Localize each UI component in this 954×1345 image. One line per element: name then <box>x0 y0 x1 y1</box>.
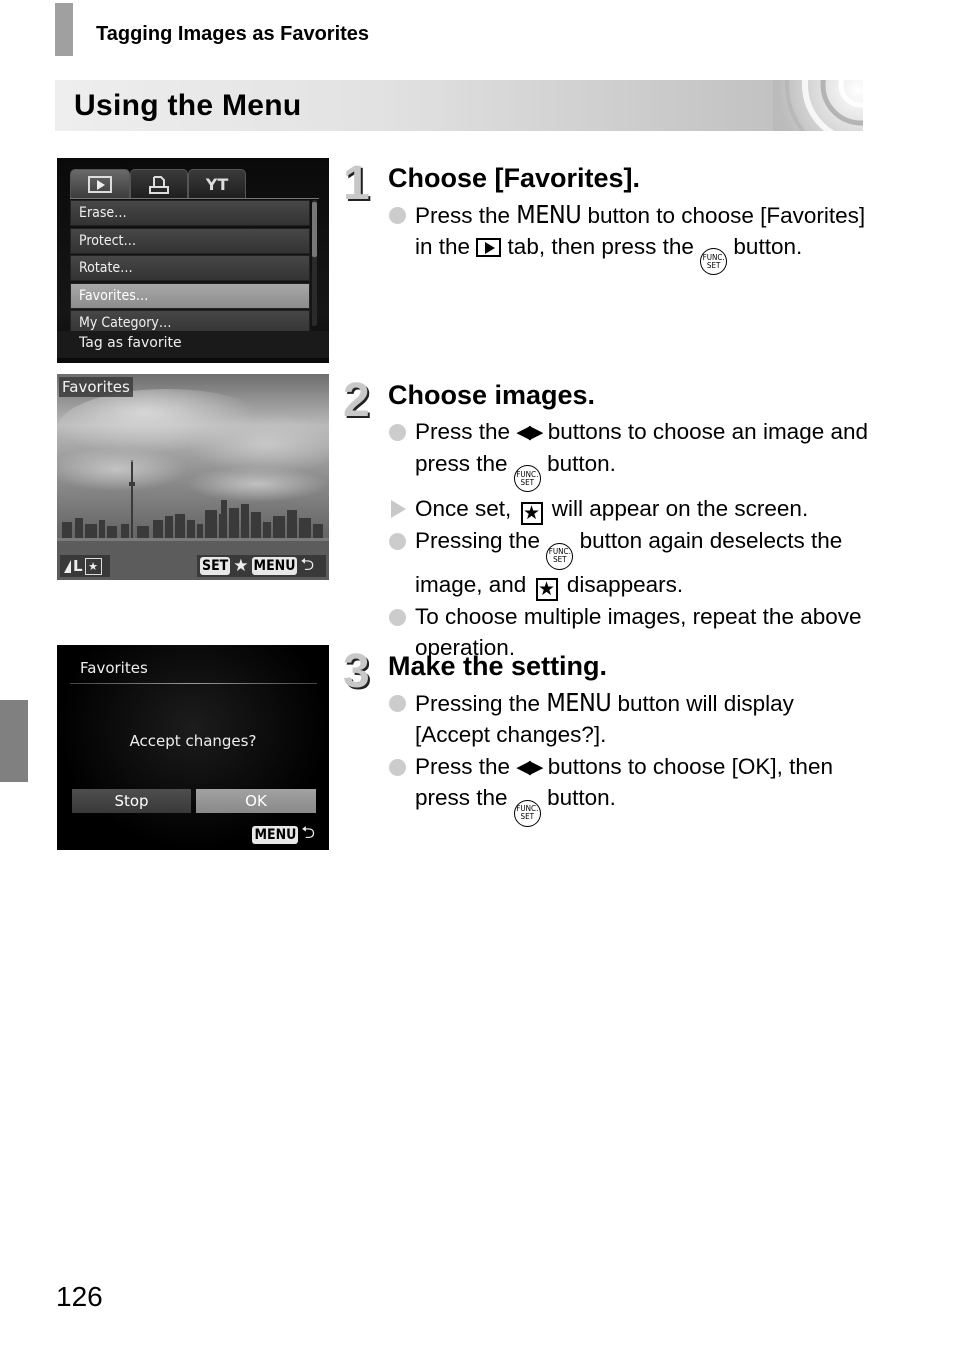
menu-button-icon: MENU <box>516 200 582 229</box>
bullet-item: Press the MENU button to choose [Favorit… <box>388 200 868 275</box>
tools-icon: ΥT <box>205 175 229 194</box>
side-thumb-tab <box>0 700 28 782</box>
tab-print[interactable] <box>130 169 188 199</box>
text: Press the <box>415 419 517 444</box>
dialog-divider <box>70 683 317 684</box>
func-set-button-icon: FUNC. SET <box>513 799 541 827</box>
camera-menu-screen: ΥT Erase… Protect… Rotate… Favorites… My… <box>57 158 329 363</box>
playback-tab-icon <box>476 237 502 257</box>
bullet-item: Once set, ★ will appear on the screen. <box>388 494 868 525</box>
menu-key-icon: MENU <box>252 825 299 844</box>
tab-divider <box>70 198 319 199</box>
menu-item-rotate[interactable]: Rotate… <box>70 255 310 281</box>
return-icon: ⮌ <box>301 823 315 843</box>
left-right-arrows-icon: ◀▶ <box>516 422 543 443</box>
return-icon: ⮌ <box>300 554 315 575</box>
decorative-rings-icon <box>773 80 863 131</box>
bullet-dot-icon <box>389 695 406 712</box>
favorites-label: Favorites <box>59 377 133 397</box>
bullet-item: Pressing the MENU button will display [A… <box>388 688 868 750</box>
bullet-item: Press the ◀▶ buttons to choose an image … <box>388 417 868 492</box>
text: disappears. <box>560 571 684 597</box>
section-banner: Using the Menu <box>55 80 863 131</box>
stop-button[interactable]: Stop <box>72 789 191 813</box>
set-label: SET <box>520 812 535 821</box>
camera-photo-screen: Favorites L ★ SET ★ MENU ⮌ <box>57 374 329 580</box>
text: Press the <box>415 203 517 228</box>
func-set-button-icon: FUNC. SET <box>546 542 574 570</box>
set-label: SET <box>706 260 721 270</box>
bullet-item: Press the ◀▶ buttons to choose [OK], the… <box>388 752 868 827</box>
bullet-dot-icon <box>389 207 406 224</box>
set-key-icon: SET <box>200 557 231 575</box>
step-number: 1 <box>343 157 370 210</box>
control-hints: SET ★ MENU ⮌ <box>197 555 326 577</box>
section-title: Using the Menu <box>74 89 302 122</box>
text: will appear on the screen. <box>545 495 809 521</box>
text: button. <box>540 785 616 810</box>
tab-playback[interactable] <box>70 169 130 199</box>
step-number: 2 <box>343 374 370 427</box>
menu-item-erase[interactable]: Erase… <box>70 200 310 226</box>
result-arrow-icon <box>391 499 406 518</box>
step-title: Make the setting. <box>388 651 608 681</box>
hint-text: Tag as favorite <box>79 335 182 351</box>
func-set-button-icon: FUNC. SET <box>513 465 541 492</box>
text: tab, then press the <box>501 233 701 259</box>
text: Pressing the <box>415 691 547 716</box>
text: Once set, <box>415 495 518 521</box>
step-title: Choose [Favorites]. <box>388 163 641 193</box>
menu-scrollbar[interactable] <box>312 200 317 326</box>
menu-item-favorites[interactable]: Favorites… <box>70 282 310 309</box>
hint-bar: Tag as favorite <box>57 331 329 358</box>
step-title: Choose images. <box>388 380 596 410</box>
text: Press the <box>415 753 517 779</box>
bullet-dot-icon <box>389 609 406 626</box>
bullet-item: Pressing the FUNC. SET button again desel… <box>388 526 868 601</box>
text: button. <box>540 450 616 476</box>
set-label: SET <box>553 555 567 564</box>
print-icon <box>149 175 169 194</box>
tab-settings[interactable]: ΥT <box>188 169 246 199</box>
bullet-dot-icon <box>389 758 406 776</box>
camera-confirm-screen: Favorites Accept changes? Stop OK MENU ⮌ <box>57 645 329 850</box>
dialog-footer: MENU ⮌ <box>252 820 315 849</box>
favorite-star-icon: ★ <box>520 501 543 525</box>
dialog-message: Accept changes? <box>129 732 257 750</box>
left-right-arrows-icon: ◀▶ <box>516 756 543 778</box>
scroll-thumb[interactable] <box>312 202 317 257</box>
text: button. <box>727 233 803 259</box>
city-skyline-photo <box>57 374 329 580</box>
resolution-icon <box>64 559 71 573</box>
bullet-dot-icon <box>389 533 406 550</box>
text: Pressing the <box>415 528 547 553</box>
page-number: 126 <box>56 1281 103 1312</box>
menu-button-icon: MENU <box>546 688 612 717</box>
step-number: 3 <box>343 645 370 698</box>
resolution-label: L <box>73 557 83 575</box>
image-info-indicator: L ★ <box>60 555 110 577</box>
favorite-box-icon: ★ <box>84 557 102 575</box>
star-icon: ★ <box>233 556 249 576</box>
menu-tabs: ΥT <box>70 169 318 199</box>
dialog-title: Favorites <box>80 659 148 677</box>
step-bullets: Press the ◀▶ buttons to choose an image … <box>388 417 868 665</box>
set-label: SET <box>520 477 535 487</box>
bullet-dot-icon <box>389 424 406 441</box>
play-icon <box>88 176 112 193</box>
header-accent-bar <box>55 3 73 56</box>
chapter-title: Tagging Images as Favorites <box>96 23 370 45</box>
menu-item-protect[interactable]: Protect… <box>70 227 310 254</box>
favorite-star-icon: ★ <box>535 577 558 601</box>
func-set-button-icon: FUNC. SET <box>700 248 728 275</box>
menu-key-icon: MENU <box>251 557 298 575</box>
menu-list: Erase… Protect… Rotate… Favorites… My Ca… <box>70 200 310 338</box>
ok-button[interactable]: OK <box>196 789 316 813</box>
step-bullets: Press the MENU button to choose [Favorit… <box>388 200 868 277</box>
step-bullets: Pressing the MENU button will display [A… <box>388 688 868 828</box>
